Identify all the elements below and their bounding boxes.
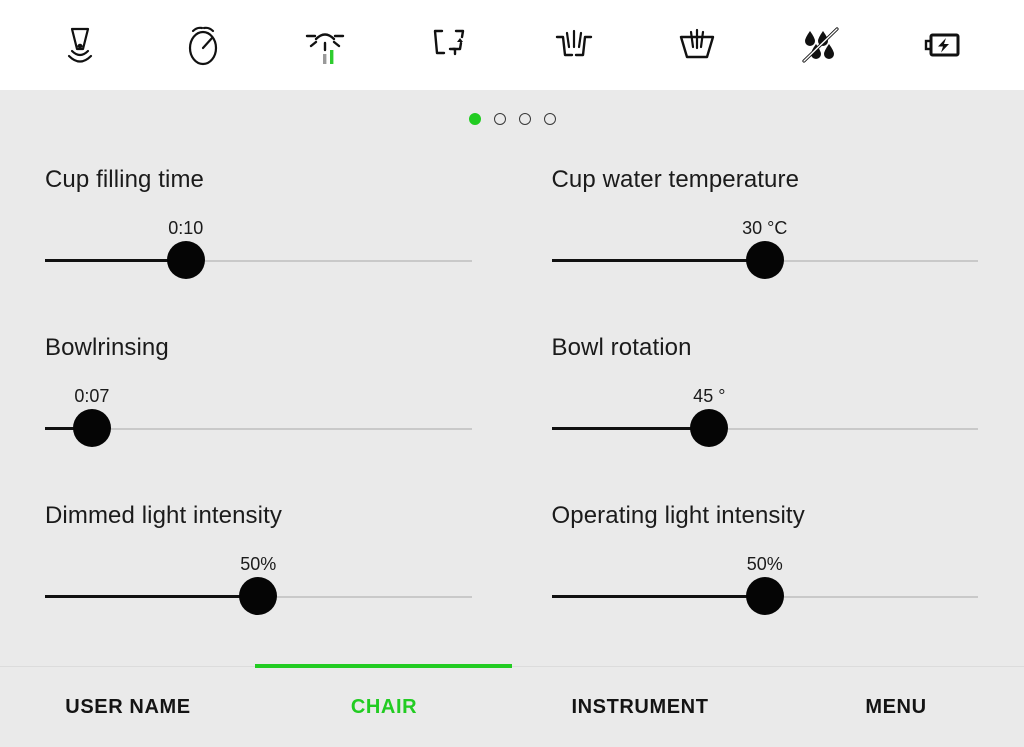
tab-instrument[interactable]: INSTRUMENT — [512, 696, 768, 719]
slider-grid: Cup filling time 0:10 Cup water temperat… — [45, 162, 978, 666]
slider-thumb[interactable] — [72, 409, 111, 447]
slider-label: Bowl rotation — [551, 334, 692, 361]
slider-fill — [45, 259, 186, 262]
slider-fill — [45, 595, 259, 598]
timer-icon[interactable] — [166, 14, 240, 76]
slider-control[interactable]: 50% — [45, 554, 472, 624]
slider-fill — [551, 259, 765, 262]
page-dot-1[interactable] — [468, 113, 481, 125]
settings-panel: Cup filling time 0:10 Cup water temperat… — [0, 148, 1024, 666]
active-tab-indicator — [255, 664, 512, 668]
slider-label: Dimmed light intensity — [45, 502, 282, 529]
chair-position-icon[interactable] — [413, 14, 487, 76]
page-dot-4[interactable] — [543, 113, 556, 125]
slider-control[interactable]: 0:07 — [45, 386, 472, 456]
top-icon-bar — [0, 0, 1024, 90]
operating-light-icon[interactable] — [290, 14, 364, 76]
page-dot-2[interactable] — [493, 113, 506, 125]
slider-fill — [551, 595, 765, 598]
slider-dimmed-light-intensity: Dimmed light intensity 50% — [45, 498, 472, 666]
slider-thumb[interactable] — [745, 241, 784, 279]
slider-label: Cup water temperature — [551, 166, 800, 193]
slider-operating-light-intensity: Operating light intensity 50% — [551, 498, 978, 666]
handpiece-ultrasonic-icon[interactable] — [43, 14, 117, 76]
dental-unit-control-screen: Cup filling time 0:10 Cup water temperat… — [0, 0, 1024, 747]
tab-chair[interactable]: CHAIR — [256, 696, 512, 719]
slider-value: 0:07 — [74, 386, 110, 406]
page-dot-3[interactable] — [518, 113, 531, 125]
cup-filling-icon[interactable] — [660, 14, 734, 76]
slider-control[interactable]: 0:10 — [45, 218, 472, 288]
slider-bowl-rotation: Bowl rotation 45 ° — [551, 330, 978, 498]
slider-control[interactable]: 30 °C — [551, 218, 978, 288]
slider-thumb[interactable] — [166, 241, 205, 279]
water-off-icon[interactable] — [784, 14, 858, 76]
slider-thumb[interactable] — [239, 577, 278, 615]
slider-bowl-rinsing: Bowlrinsing 0:07 — [45, 330, 472, 498]
slider-thumb[interactable] — [745, 577, 784, 615]
slider-thumb[interactable] — [690, 409, 729, 447]
slider-control[interactable]: 50% — [551, 554, 978, 624]
slider-label: Bowlrinsing — [45, 334, 169, 361]
slider-value: 45 ° — [693, 386, 726, 406]
battery-charging-icon[interactable] — [907, 14, 981, 76]
slider-value: 50% — [240, 554, 277, 574]
bottom-tab-bar: USER NAME CHAIR INSTRUMENT MENU — [0, 664, 1024, 747]
slider-fill — [551, 427, 710, 430]
bowl-rinsing-icon[interactable] — [537, 14, 611, 76]
tab-user-name[interactable]: USER NAME — [0, 696, 256, 719]
slider-control[interactable]: 45 ° — [551, 386, 978, 456]
slider-value: 0:10 — [168, 218, 204, 238]
slider-value: 30 °C — [742, 218, 788, 238]
slider-cup-filling-time: Cup filling time 0:10 — [45, 162, 472, 330]
tab-menu[interactable]: MENU — [768, 696, 1024, 719]
page-indicator — [0, 90, 1024, 148]
slider-cup-water-temperature: Cup water temperature 30 °C — [551, 162, 978, 330]
slider-label: Cup filling time — [45, 166, 204, 193]
slider-value: 50% — [746, 554, 783, 574]
slider-label: Operating light intensity — [551, 502, 805, 529]
